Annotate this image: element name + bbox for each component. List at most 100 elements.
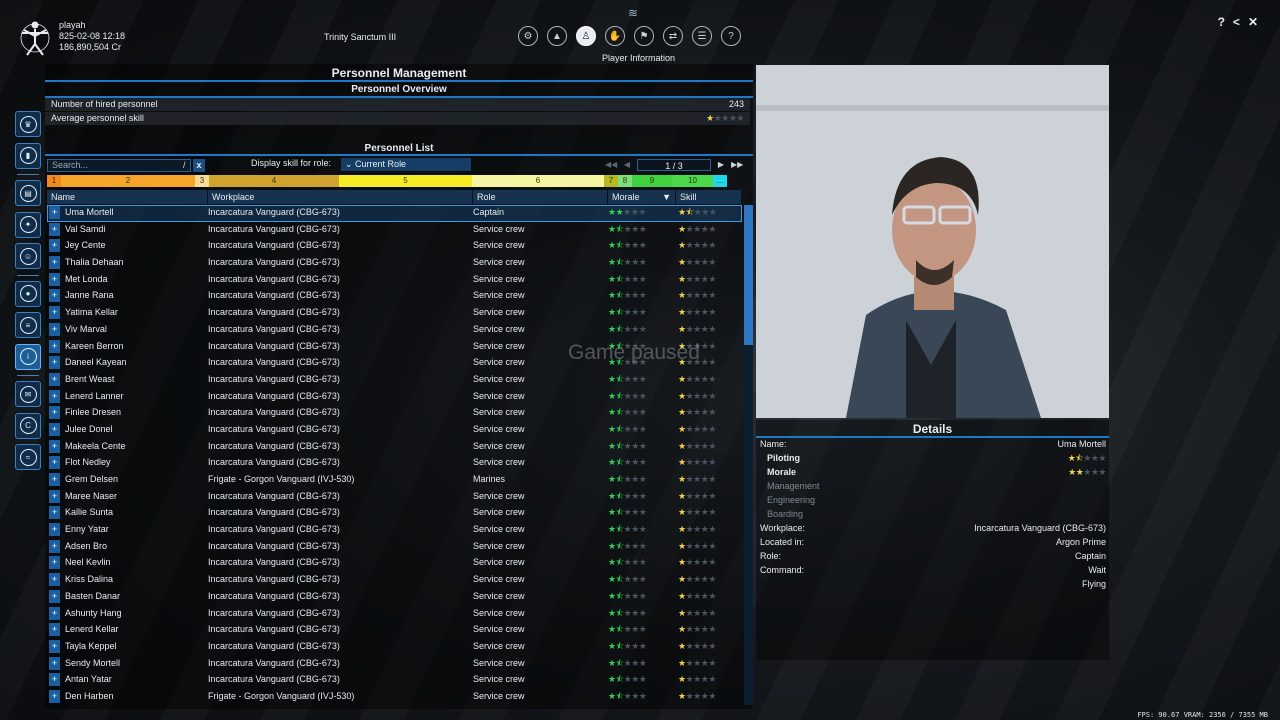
col-role[interactable]: Role (473, 190, 608, 204)
inventory-icon[interactable]: ☰ (692, 26, 712, 46)
expand-icon[interactable]: + (49, 639, 60, 653)
expand-icon[interactable]: + (49, 239, 60, 253)
expand-icon[interactable]: + (49, 573, 60, 587)
crown-icon[interactable]: ♛ (15, 111, 41, 137)
first-page-icon[interactable]: ◀◀ (605, 159, 617, 171)
table-scrollbar[interactable] (744, 205, 753, 705)
table-row[interactable]: + Jey Cente Incarcatura Vanguard (CBG-673)… (47, 238, 742, 255)
personnel-icon[interactable]: i (15, 343, 41, 370)
menu-collapse-icon[interactable]: ≋ (628, 6, 638, 20)
search-clear-button[interactable]: x (193, 159, 205, 172)
table-row[interactable]: + Neel Kevlin Incarcatura Vanguard (CBG-67… (47, 555, 742, 572)
detail-location: Located in: Argon Prime (760, 535, 1106, 549)
transactions-icon[interactable]: ≈ (15, 444, 41, 470)
expand-icon[interactable]: + (49, 473, 60, 486)
table-row[interactable]: + Sendy Mortell Incarcatura Vanguard (CBG-… (47, 656, 742, 673)
expand-icon[interactable]: + (49, 506, 60, 520)
table-row[interactable]: + Uma Mortell Incarcatura Vanguard (CBG-67… (47, 205, 742, 222)
table-row[interactable]: + Makeela Cente Incarcatura Vanguard (CBG-… (47, 439, 742, 456)
back-button[interactable]: < (1233, 15, 1240, 29)
expand-icon[interactable]: + (49, 556, 60, 570)
faction-icon[interactable]: ⚑ (634, 26, 654, 46)
table-row[interactable]: + Brent Weast Incarcatura Vanguard (CBG-67… (47, 372, 742, 389)
table-row[interactable]: + Lenerd Kellar Incarcatura Vanguard (CBG-… (47, 622, 742, 639)
expand-icon[interactable]: + (49, 356, 60, 370)
expand-icon[interactable]: + (49, 206, 60, 219)
table-row[interactable]: + Viv Marval Incarcatura Vanguard (CBG-673… (47, 322, 742, 339)
table-row[interactable]: + Finlee Dresen Incarcatura Vanguard (CBG-… (47, 405, 742, 422)
expand-icon[interactable]: + (49, 589, 60, 603)
reputation-icon[interactable]: ☺ (15, 243, 41, 269)
expand-icon[interactable]: + (49, 222, 60, 236)
expand-icon[interactable]: + (49, 272, 60, 286)
prev-page-icon[interactable]: ◀ (621, 159, 633, 171)
col-workplace[interactable]: Workplace (208, 190, 473, 204)
expand-icon[interactable]: + (49, 322, 60, 336)
expand-icon[interactable]: + (49, 689, 60, 703)
transfer-icon[interactable]: ⇄ (663, 26, 683, 46)
expand-icon[interactable]: + (49, 372, 60, 386)
expand-icon[interactable]: + (49, 489, 60, 503)
role-dropdown[interactable]: ⌄ Current Role (341, 158, 471, 171)
table-row[interactable]: + Kriss Dalina Incarcatura Vanguard (CBG-6… (47, 572, 742, 589)
page-indicator[interactable]: 1 / 3 (637, 159, 711, 171)
table-row[interactable]: + Janne Rana Incarcatura Vanguard (CBG-673… (47, 288, 742, 305)
table-row[interactable]: + Enny Yatar Incarcatura Vanguard (CBG-673… (47, 522, 742, 539)
sidebar-divider (17, 274, 39, 276)
col-name[interactable]: Name (47, 190, 208, 204)
table-row[interactable]: + Maree Naser Incarcatura Vanguard (CBG-67… (47, 489, 742, 506)
messages-icon[interactable]: ✉ (15, 381, 41, 407)
table-row[interactable]: + Julee Donel Incarcatura Vanguard (CBG-67… (47, 422, 742, 439)
logbook-icon[interactable]: ≡ (15, 312, 41, 338)
expand-icon[interactable]: + (49, 422, 60, 436)
last-page-icon[interactable]: ▶▶ (731, 159, 743, 171)
player-info-icon[interactable]: ♙ (576, 26, 596, 46)
diplomacy-icon[interactable]: ✦ (15, 211, 41, 238)
scrollbar-thumb[interactable] (744, 205, 753, 345)
table-row[interactable]: + Flot Nedley Incarcatura Vanguard (CBG-67… (47, 455, 742, 472)
next-page-icon[interactable]: ▶ (715, 159, 727, 171)
expand-icon[interactable]: + (49, 623, 60, 637)
row-workplace: Incarcatura Vanguard (CBG-673) (208, 590, 340, 601)
expand-icon[interactable]: + (49, 673, 60, 687)
detail-name-value: Uma Mortell (1057, 439, 1106, 449)
search-input[interactable]: Search... (47, 159, 191, 172)
table-row[interactable]: + Antan Yatar Incarcatura Vanguard (CBG-67… (47, 672, 742, 689)
col-skill[interactable]: Skill (676, 190, 742, 204)
expand-icon[interactable]: + (49, 339, 60, 353)
table-row[interactable]: + Met Londa Incarcatura Vanguard (CBG-673)… (47, 272, 742, 289)
table-row[interactable]: + Den Harben Frigate - Gorgon Vanguard (IV… (47, 689, 742, 706)
expand-icon[interactable]: + (49, 406, 60, 420)
expand-icon[interactable]: + (49, 439, 60, 453)
table-row[interactable]: + Val Samdi Incarcatura Vanguard (CBG-673)… (47, 222, 742, 239)
table-row[interactable]: + Yatima Kellar Incarcatura Vanguard (CBG-… (47, 305, 742, 322)
expand-icon[interactable]: + (49, 606, 60, 620)
ship-icon[interactable]: ▲ (547, 26, 567, 46)
table-row[interactable]: + Lenerd Lanner Incarcatura Vanguard (CBG-… (47, 389, 742, 406)
expand-icon[interactable]: + (49, 289, 60, 303)
handshake-icon[interactable]: ✋ (605, 26, 625, 46)
help-button[interactable]: ? (1218, 15, 1225, 29)
table-row[interactable]: + Thalia Dehaan Incarcatura Vanguard (CBG-… (47, 255, 742, 272)
expand-icon[interactable]: + (49, 256, 60, 270)
expand-icon[interactable]: + (49, 523, 60, 537)
table-row[interactable]: + Grem Delsen Frigate - Gorgon Vanguard (I… (47, 472, 742, 489)
table-row[interactable]: + Kallie Sunta Incarcatura Vanguard (CBG-6… (47, 505, 742, 522)
encyclopedia-icon[interactable]: ▤ (15, 180, 41, 206)
expand-icon[interactable]: + (49, 389, 60, 403)
table-row[interactable]: + Basten Danar Incarcatura Vanguard (CBG-6… (47, 589, 742, 606)
credits-icon[interactable]: C (15, 412, 41, 439)
table-row[interactable]: + Adsen Bro Incarcatura Vanguard (CBG-673)… (47, 539, 742, 556)
table-row[interactable]: + Ashunty Hang Incarcatura Vanguard (CBG-6… (47, 606, 742, 623)
empire-icon[interactable]: ● (15, 280, 41, 307)
expand-icon[interactable]: + (49, 656, 60, 670)
table-row[interactable]: + Tayla Keppel Incarcatura Vanguard (CBG-6… (47, 639, 742, 656)
expand-icon[interactable]: + (49, 539, 60, 553)
stats-icon[interactable]: ▮ (15, 142, 41, 169)
close-button[interactable]: ✕ (1248, 15, 1258, 29)
col-morale[interactable]: Morale ▼ (608, 190, 676, 204)
expand-icon[interactable]: + (49, 456, 60, 470)
expand-icon[interactable]: + (49, 306, 60, 320)
settings-icon[interactable]: ⚙ (518, 26, 538, 46)
help-icon[interactable]: ? (721, 26, 741, 46)
